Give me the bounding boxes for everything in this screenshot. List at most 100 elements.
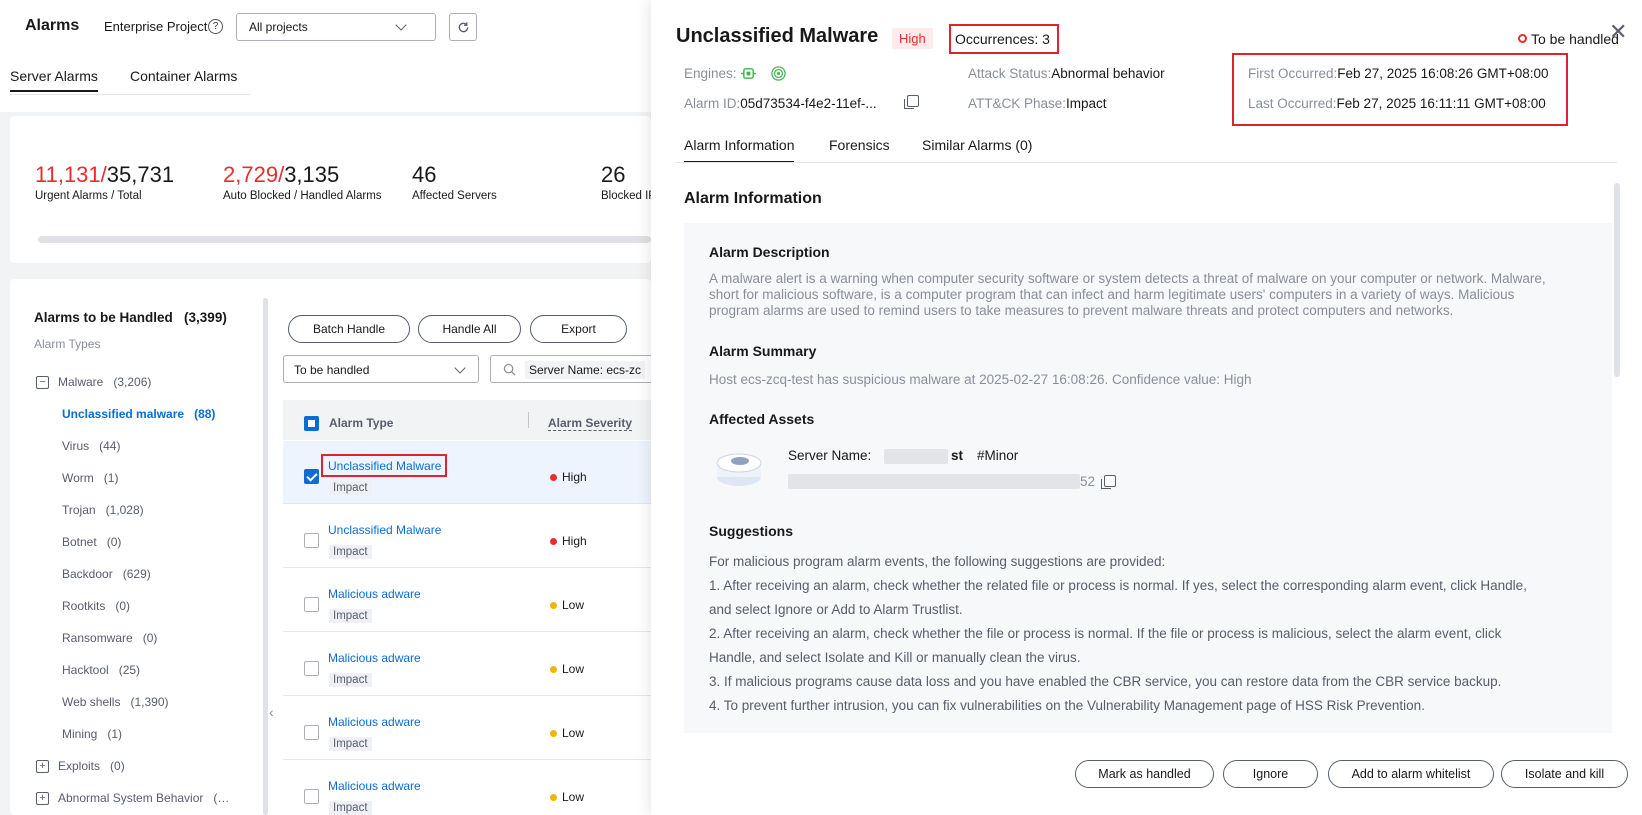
batch-handle-button[interactable]: Batch Handle [288, 315, 410, 343]
item-label: Mining [62, 727, 98, 741]
sidebar-item-ransomware[interactable]: Ransomware (0) [62, 631, 157, 645]
engines-label: Engines: [684, 66, 737, 81]
sidebar-item-virus[interactable]: Virus (44) [62, 439, 120, 453]
suggestions-title: Suggestions [709, 523, 794, 539]
search-filter-tag[interactable]: Server Name: ecs-zc [525, 361, 646, 379]
item-count: (0) [106, 535, 122, 549]
suggestions-text: For malicious program alarm events, the … [709, 550, 1599, 718]
last-occurred-label: Last Occurred: [1248, 96, 1337, 111]
row-checkbox[interactable] [304, 469, 319, 484]
row-checkbox[interactable] [304, 661, 319, 676]
sidebar-item-backdoor[interactable]: Backdoor (629) [62, 567, 151, 581]
group-count: (0) [110, 759, 125, 773]
item-count: (88) [194, 407, 216, 421]
export-button[interactable]: Export [530, 315, 627, 343]
alarm-type-link[interactable]: Malicious adware [328, 651, 421, 665]
sidebar-item-trojan[interactable]: Trojan (1,028) [62, 503, 144, 517]
sidebar-item-hacktool[interactable]: Hacktool (25) [62, 663, 140, 677]
copy-icon[interactable] [904, 95, 919, 109]
copy-icon[interactable] [1101, 475, 1116, 489]
alarm-type-link[interactable]: Malicious adware [328, 715, 421, 729]
urgent-count: 11,131 [35, 162, 101, 187]
sidebar-item-mining[interactable]: Mining (1) [62, 727, 122, 741]
sidebar-group-abnormal-behavior[interactable]: Abnormal System Behavior (… [58, 791, 229, 805]
item-label: Virus [62, 439, 90, 453]
col-alarm-type[interactable]: Alarm Type [329, 416, 393, 430]
sidebar-scrollbar[interactable] [263, 298, 268, 815]
redacted-server-name [884, 449, 948, 464]
collapse-sidebar-icon[interactable]: ‹ [269, 704, 274, 720]
handled-count: 3,135 [284, 162, 340, 187]
severity-dot [550, 602, 557, 609]
refresh-button[interactable] [449, 13, 477, 41]
row-checkbox[interactable] [304, 789, 319, 804]
suggestion-line: and select Ignore or Add to Alarm Trustl… [709, 602, 963, 617]
item-label: Trojan [62, 503, 96, 517]
col-alarm-severity[interactable]: Alarm Severity [548, 416, 633, 431]
auto-blocked-count: 2,729 [223, 162, 279, 187]
blocked-handled-stat: 2,729/3,135 [223, 162, 339, 188]
tab-alarm-information[interactable]: Alarm Information [684, 137, 795, 163]
alarm-type-link[interactable]: Unclassified Malware [328, 459, 441, 473]
severity-text: Low [562, 598, 585, 612]
severity-text: Low [562, 790, 585, 804]
description-text: A malware alert is a warning when comput… [709, 271, 1599, 319]
ignore-button[interactable]: Ignore [1223, 760, 1318, 788]
alarm-type-link[interactable]: Malicious adware [328, 587, 421, 601]
blocked-ips-count: 26 [601, 162, 626, 187]
row-checkbox[interactable] [304, 533, 319, 548]
help-icon[interactable]: ? [208, 19, 223, 34]
stats-scrollbar[interactable] [38, 236, 651, 243]
tab-similar-alarms[interactable]: Similar Alarms (0) [922, 137, 1032, 153]
description-line: A malware alert is a warning when comput… [709, 271, 1546, 286]
tab-forensics[interactable]: Forensics [829, 137, 890, 153]
attack-status-label: Attack Status: [968, 66, 1052, 81]
item-count: (1) [103, 471, 119, 485]
item-count: (0) [142, 631, 158, 645]
tab-container-alarms[interactable]: Container Alarms [130, 68, 237, 84]
sidebar-item-worm[interactable]: Worm (1) [62, 471, 118, 485]
affected-servers-count: 46 [412, 162, 437, 187]
sidebar-group-malware[interactable]: Malware (3,206) [58, 375, 151, 389]
handle-all-button[interactable]: Handle All [418, 315, 521, 343]
engine-fingerprint-icon [771, 66, 786, 81]
description-line: program alarms are used to remind users … [709, 303, 1454, 318]
phase-tag: Impact [329, 481, 372, 495]
occurrence-dates-highlight [1232, 53, 1568, 126]
select-all-checkbox[interactable] [304, 416, 319, 431]
mark-as-handled-button[interactable]: Mark as handled [1075, 760, 1214, 788]
item-count: (25) [118, 663, 141, 677]
suggestion-line: 1. After receiving an alarm, check wheth… [709, 578, 1527, 593]
sidebar-item-rootkits[interactable]: Rootkits (0) [62, 599, 130, 613]
first-occurred-label: First Occurred: [1248, 66, 1338, 81]
sidebar-group-exploits[interactable]: Exploits (0) [58, 759, 125, 773]
add-to-whitelist-button[interactable]: Add to alarm whitelist [1328, 760, 1494, 788]
expand-abnormal-behavior-icon[interactable]: + [36, 792, 49, 805]
collapse-malware-icon[interactable]: − [36, 376, 49, 389]
suggestion-line: Handle, and select Isolate and Kill or m… [709, 650, 1081, 665]
sidebar-title: Alarms to be Handled (3,399) [34, 310, 227, 325]
status-filter-select[interactable]: To be handled [283, 355, 479, 383]
project-select[interactable]: All projects [236, 13, 436, 41]
close-icon[interactable]: ✕ [1609, 19, 1627, 45]
blocked-ips-label: Blocked IP [601, 190, 651, 202]
attck-phase-label: ATT&CK Phase: [968, 96, 1067, 111]
handling-status: To be handled [1531, 31, 1619, 47]
project-select-value: All projects [249, 20, 308, 34]
alarm-type-link[interactable]: Unclassified Malware [328, 523, 441, 537]
drawer-scrollbar[interactable] [1614, 183, 1620, 377]
sidebar-item-web-shells[interactable]: Web shells (1,390) [62, 695, 169, 709]
expand-exploits-icon[interactable]: + [36, 760, 49, 773]
item-label: Backdoor [62, 567, 113, 581]
sidebar-item-botnet[interactable]: Botnet (0) [62, 535, 121, 549]
summary-title: Alarm Summary [709, 343, 817, 359]
alarm-type-link[interactable]: Malicious adware [328, 779, 421, 793]
row-checkbox[interactable] [304, 597, 319, 612]
search-input[interactable]: Server Name: ecs-zc [490, 355, 651, 383]
phase-tag: Impact [329, 801, 372, 815]
isolate-and-kill-button[interactable]: Isolate and kill [1501, 760, 1628, 788]
sidebar-item-unclassified-malware[interactable]: Unclassified malware (88) [62, 407, 215, 421]
row-checkbox[interactable] [304, 725, 319, 740]
auto-blocked-label: Auto Blocked [223, 190, 291, 202]
tab-server-alarms[interactable]: Server Alarms [10, 68, 98, 92]
